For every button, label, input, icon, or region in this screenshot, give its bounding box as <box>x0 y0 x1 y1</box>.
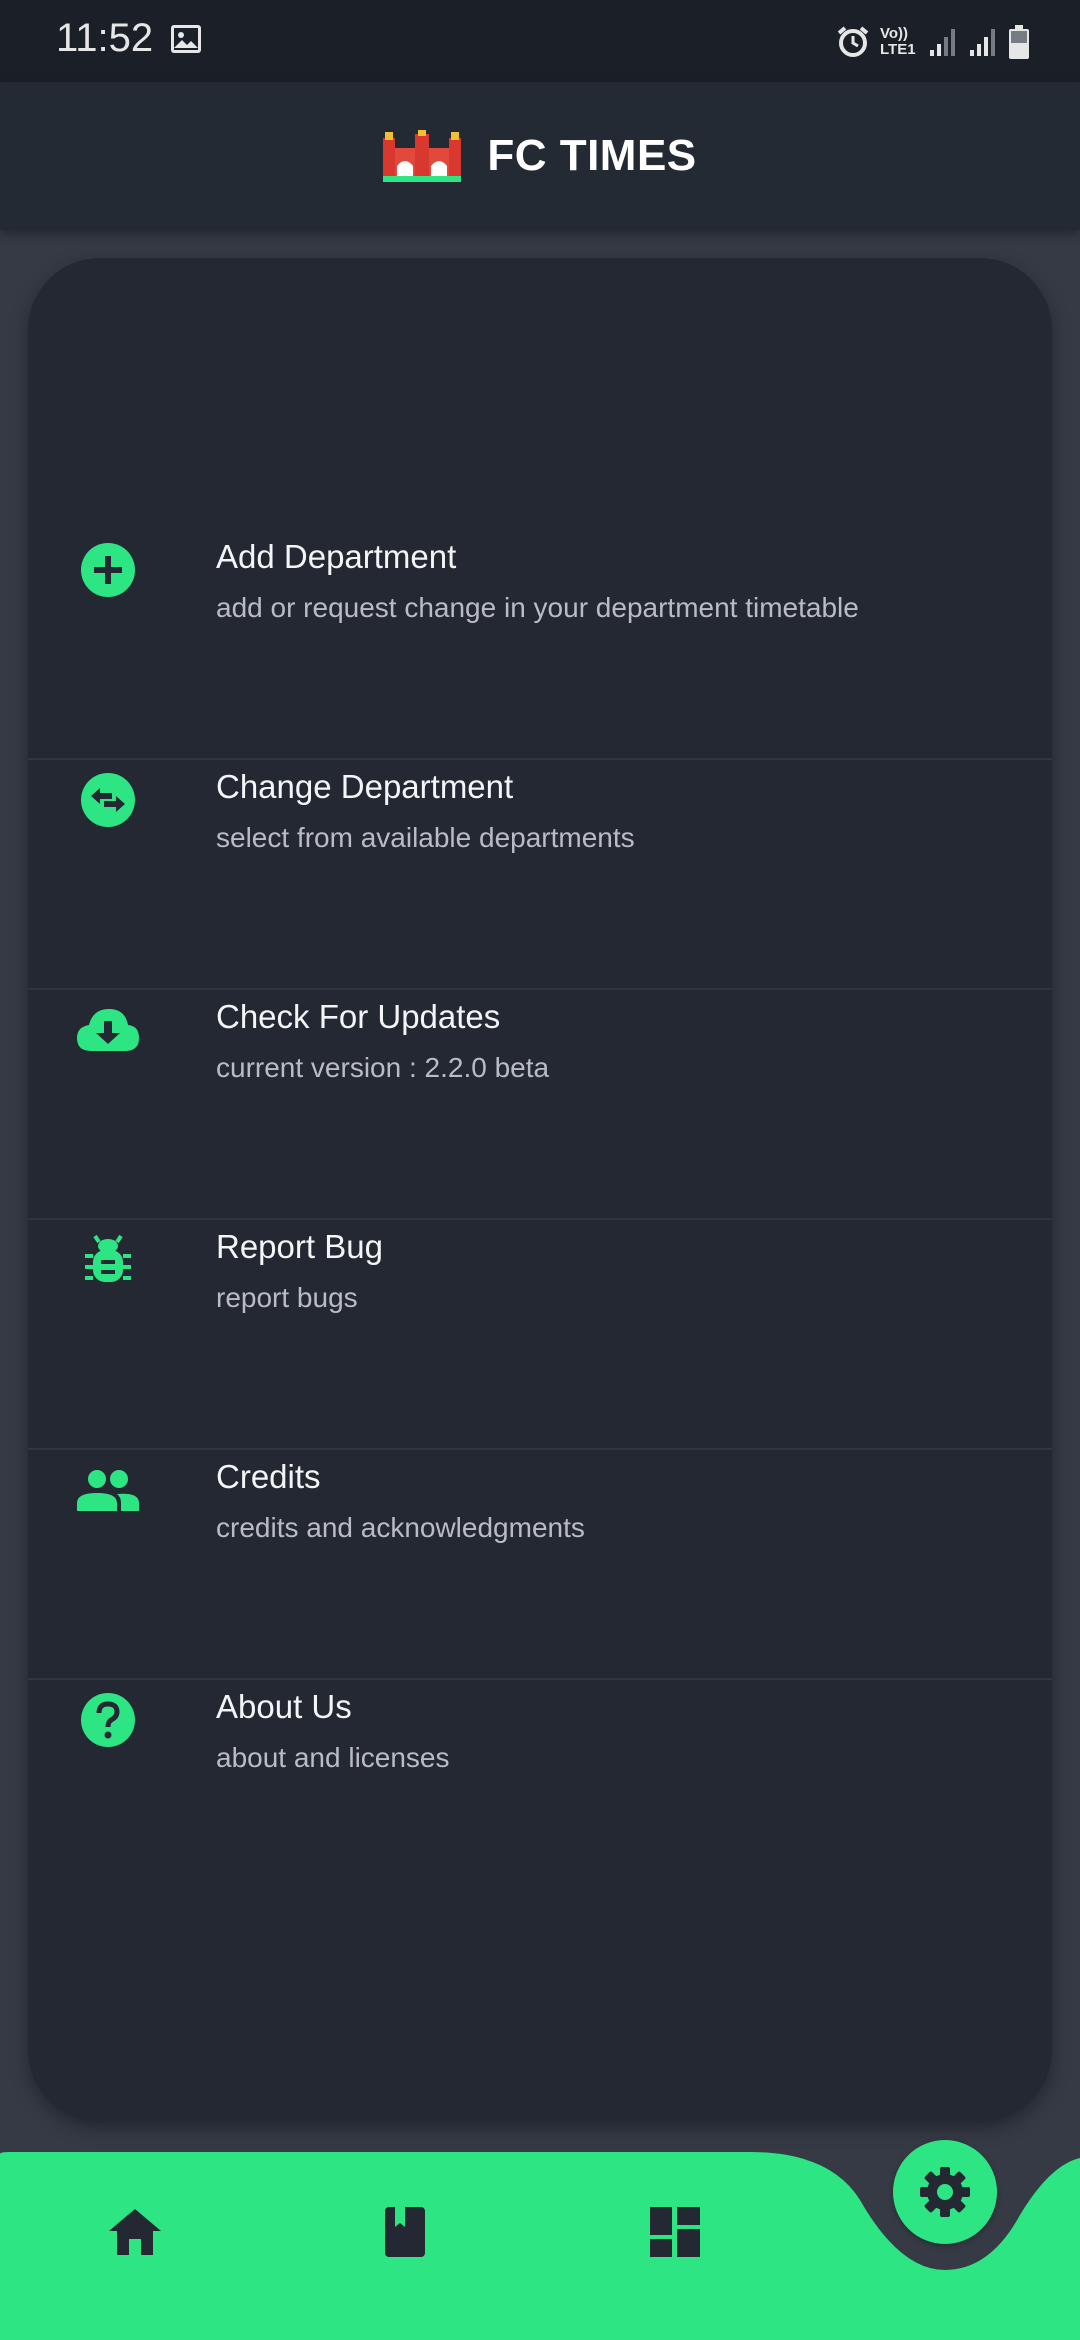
menu-item-check-updates[interactable]: Check For Updates current version : 2.2.… <box>28 990 1052 1220</box>
menu-item-subtitle: add or request change in your department… <box>216 592 859 623</box>
menu-item-add-department[interactable]: Add Department add or request change in … <box>28 530 1052 760</box>
menu-item-about-us[interactable]: About Us about and licenses <box>28 1680 1052 1910</box>
menu-item-subtitle: select from available departments <box>216 822 635 853</box>
battery-icon <box>1009 25 1029 59</box>
menu-item-subtitle: credits and acknowledgments <box>216 1512 585 1543</box>
menu-item-title: Check For Updates <box>216 998 501 1035</box>
menu-item-credits[interactable]: Credits credits and acknowledgments <box>28 1450 1052 1680</box>
settings-icon <box>920 2167 970 2217</box>
dashboard-icon <box>650 2207 700 2257</box>
status-icons: Vo)) LTE1 <box>836 20 1030 64</box>
nav-book-button[interactable] <box>365 2192 445 2272</box>
gate-logo-icon <box>383 130 462 182</box>
menu-item-title: Credits <box>216 1458 321 1495</box>
nav-home-button[interactable] <box>95 2192 175 2272</box>
network-label: Vo)) LTE1 <box>880 25 916 58</box>
settings-menu-list: Add Department add or request change in … <box>28 530 1052 1910</box>
menu-item-change-department[interactable]: Change Department select from available … <box>28 760 1052 990</box>
nav-dashboard-button[interactable] <box>635 2192 715 2272</box>
bug-icon <box>68 1220 148 1300</box>
app-title: FC TIMES <box>487 131 697 180</box>
help-circle-icon <box>68 1680 148 1760</box>
alarm-icon <box>837 26 869 57</box>
menu-item-subtitle: about and licenses <box>216 1742 450 1773</box>
menu-item-title: About Us <box>216 1688 352 1725</box>
book-icon <box>385 2207 425 2257</box>
menu-item-subtitle: current version : 2.2.0 beta <box>216 1052 550 1083</box>
home-icon <box>109 2209 161 2255</box>
status-bar: 11:52 Vo)) LTE1 <box>0 0 1080 82</box>
people-icon <box>68 1450 148 1530</box>
nav-settings-button[interactable] <box>893 2140 997 2244</box>
gallery-icon <box>171 25 201 53</box>
menu-item-title: Report Bug <box>216 1228 383 1265</box>
signal-icon <box>970 29 995 56</box>
add-circle-icon <box>68 530 148 610</box>
swap-circle-icon <box>68 760 148 840</box>
settings-card: Add Department add or request change in … <box>28 258 1052 2122</box>
cloud-download-icon <box>68 990 148 1070</box>
status-time: 11:52 <box>56 16 154 60</box>
menu-item-subtitle: report bugs <box>216 1282 358 1313</box>
menu-item-title: Change Department <box>216 768 514 805</box>
signal-icon <box>930 29 955 56</box>
menu-item-title: Add Department <box>216 538 457 575</box>
menu-item-report-bug[interactable]: Report Bug report bugs <box>28 1220 1052 1450</box>
app-bar: FC TIMES <box>0 82 1080 230</box>
